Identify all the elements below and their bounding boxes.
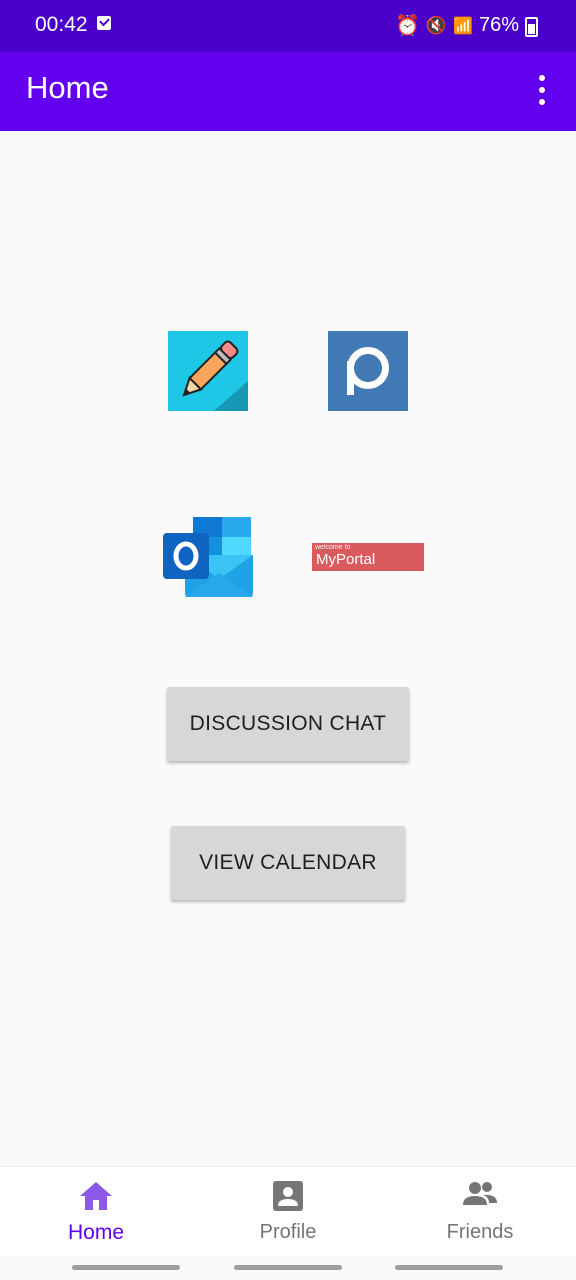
- status-bar: 00:42 ⏰ 🔇 📶 76%: [0, 0, 576, 52]
- alarm-icon: ⏰: [394, 15, 420, 37]
- nav-label-profile: Profile: [259, 1221, 317, 1243]
- more-vert-icon[interactable]: [530, 72, 554, 108]
- discussion-chat-button[interactable]: DISCUSSION CHAT: [167, 687, 409, 761]
- page-title: Home: [26, 70, 109, 105]
- mute-icon: 🔇: [425, 15, 448, 35]
- pencil-icon: [182, 340, 248, 411]
- profile-icon: [273, 1181, 303, 1211]
- myportal-tagline: welcome to: [315, 544, 351, 551]
- myportal-label: MyPortal: [316, 551, 376, 568]
- screen: 00:42 ⏰ 🔇 📶 76% Home welcome to MyPortal…: [0, 0, 576, 1280]
- friends-icon: [463, 1182, 497, 1205]
- myportal-app-button[interactable]: welcome to MyPortal: [312, 543, 424, 571]
- planner-p-stem: [347, 361, 354, 395]
- nav-item-home[interactable]: Home: [0, 1167, 192, 1257]
- system-nav-bar: [0, 1256, 576, 1280]
- home-icon: [80, 1182, 112, 1210]
- battery-text: 76%: [478, 14, 519, 36]
- nav-item-friends[interactable]: Friends: [384, 1167, 576, 1257]
- nav-label-friends: Friends: [446, 1221, 514, 1243]
- bottom-navigation: Home Profile Friends: [0, 1166, 576, 1257]
- home-gesture-bar[interactable]: [234, 1265, 342, 1270]
- wifi-icon: 📶: [453, 17, 473, 35]
- status-icons: ⏰ 🔇 📶 76%: [395, 13, 538, 38]
- outlook-icon: [163, 517, 253, 597]
- notes-app-button[interactable]: [168, 331, 248, 411]
- planner-app-button[interactable]: [328, 331, 408, 411]
- view-calendar-button[interactable]: VIEW CALENDAR: [171, 826, 405, 900]
- nav-label-home: Home: [67, 1221, 125, 1244]
- recents-button[interactable]: [72, 1265, 180, 1270]
- app-bar: Home: [0, 52, 576, 131]
- battery-icon: [525, 16, 538, 37]
- task-notification-icon: [97, 16, 111, 30]
- nav-item-profile[interactable]: Profile: [192, 1167, 384, 1257]
- outlook-app-button[interactable]: [163, 517, 255, 597]
- back-button[interactable]: [395, 1265, 503, 1270]
- status-time: 00:42: [35, 13, 88, 36]
